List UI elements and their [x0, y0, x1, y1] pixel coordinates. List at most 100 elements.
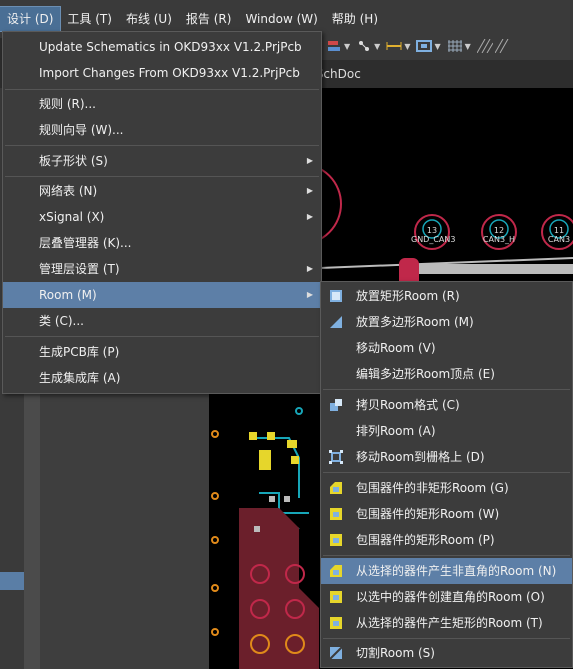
dimension-icon [386, 42, 402, 50]
room-icon [416, 40, 433, 52]
hatch-icon [476, 39, 493, 53]
submenu-item-label: 排列Room (A) [356, 424, 436, 438]
menu-item-room[interactable]: Room (M) ▶ [3, 282, 321, 308]
submenu-item-nonrect-room-around-components[interactable]: 包围器件的非矩形Room (G) [321, 475, 572, 501]
menu-window[interactable]: Window (W) [238, 7, 324, 31]
menu-item-netlist[interactable]: 网络表 (N) ▶ [3, 178, 321, 204]
right-angle-room-icon [330, 591, 342, 603]
net-tool-button[interactable]: ▼ [356, 37, 380, 55]
submenu-item-copy-room-format[interactable]: 拷贝Room格式 (C) [321, 392, 572, 418]
submenu-item-arrange-rooms[interactable]: 排列Room (A) [321, 418, 572, 444]
submenu-item-rect-room-around-components-p[interactable]: 包围器件的矩形Room (P) [321, 527, 572, 553]
left-panel-selection[interactable] [0, 572, 24, 590]
component-11-number: 11 [553, 226, 565, 235]
place-polygon-room-icon [330, 316, 342, 328]
menu-item-rules[interactable]: 规则 (R)... [3, 91, 321, 117]
menu-item-label: 网络表 (N) [39, 184, 98, 198]
menu-item-update-schematics[interactable]: Update Schematics in OKD93xx V1.2.PrjPcb [3, 34, 321, 60]
menu-separator [323, 555, 570, 556]
chevron-down-icon: ▼ [344, 41, 351, 51]
component-12-label: 12 CAN3_H [478, 226, 520, 244]
submenu-item-edit-polygon-vertices[interactable]: 编辑多边形Room顶点 (E) [321, 361, 572, 387]
component-11-label: 11 CAN3 [538, 226, 573, 244]
menu-separator [323, 472, 570, 473]
submenu-item-label: 移动Room到栅格上 (D) [356, 450, 485, 464]
menu-item-xsignal[interactable]: xSignal (X) ▶ [3, 204, 321, 230]
submenu-item-rect-room-around-components-w[interactable]: 包围器件的矩形Room (W) [321, 501, 572, 527]
submenu-item-label: 放置多边形Room (M) [356, 315, 474, 329]
menu-item-manage-layer-sets[interactable]: 管理层设置 (T) ▶ [3, 256, 321, 282]
rect-room-from-selection-icon [330, 617, 342, 629]
menu-item-label: 层叠管理器 (K)... [39, 236, 132, 250]
align-tool-button[interactable]: ▼ [326, 37, 350, 55]
menu-item-make-pcb-library[interactable]: 生成PCB库 (P) [3, 339, 321, 365]
menu-route[interactable]: 布线 (U) [119, 7, 179, 31]
submenu-item-label: 包围器件的矩形Room (P) [356, 533, 495, 547]
component-13-net: GND_CAN3 [411, 235, 456, 244]
submenu-item-label: 从选择的器件产生矩形的Room (T) [356, 616, 543, 630]
rect-room-icon [330, 508, 342, 520]
menu-item-board-shape[interactable]: 板子形状 (S) ▶ [3, 148, 321, 174]
menu-item-rules-wizard[interactable]: 规则向导 (W)... [3, 117, 321, 143]
menu-item-label: Room (M) [39, 288, 97, 302]
submenu-item-label: 拷贝Room格式 (C) [356, 398, 460, 412]
submenu-item-place-polygon-room[interactable]: 放置多边形Room (M) [321, 309, 572, 335]
submenu-item-label: 包围器件的非矩形Room (G) [356, 481, 509, 495]
component-13-number: 13 [426, 226, 438, 235]
chevron-down-icon: ▼ [404, 41, 411, 51]
hatch-tool-button[interactable] [476, 37, 511, 55]
submenu-item-move-room[interactable]: 移动Room (V) [321, 335, 572, 361]
submenu-item-slice-room[interactable]: 切割Room (S) [321, 640, 572, 666]
net-icon [359, 41, 370, 51]
menu-help[interactable]: 帮助 (H) [325, 7, 385, 31]
nonright-room-icon [330, 565, 342, 577]
menu-separator [5, 89, 319, 90]
submenu-item-move-room-to-grid[interactable]: 移动Room到栅格上 (D) [321, 444, 572, 470]
menu-item-label: 板子形状 (S) [39, 154, 108, 168]
menu-item-make-integrated-library[interactable]: 生成集成库 (A) [3, 365, 321, 391]
rect-room-icon [330, 534, 342, 546]
hatch-alt-icon [494, 39, 509, 53]
submenu-item-label: 以选中的器件创建直角的Room (O) [356, 590, 545, 604]
chevron-down-icon: ▼ [434, 41, 441, 51]
design-menu: Update Schematics in OKD93xx V1.2.PrjPcb… [2, 31, 322, 394]
nonrect-room-icon [330, 482, 342, 494]
menu-design[interactable]: 设计 (D) [0, 6, 62, 32]
menu-item-classes[interactable]: 类 (C)... [3, 308, 321, 334]
submenu-item-right-angle-room-from-selection[interactable]: 以选中的器件创建直角的Room (O) [321, 584, 572, 610]
chevron-down-icon: ▼ [374, 41, 381, 51]
submenu-item-label: 从选择的器件产生非直角的Room (N) [356, 564, 557, 578]
chevron-right-icon: ▶ [306, 212, 313, 221]
grid-tool-button[interactable]: ▼ [447, 37, 471, 55]
chevron-right-icon: ▶ [306, 186, 313, 195]
submenu-item-label: 放置矩形Room (R) [356, 289, 460, 303]
silk-bar [419, 264, 573, 274]
menu-item-label: 管理层设置 (T) [39, 262, 120, 276]
submenu-item-label: 编辑多边形Room顶点 (E) [356, 367, 495, 381]
component-12-net: CAN3_H [482, 235, 516, 244]
submenu-item-label: 包围器件的矩形Room (W) [356, 507, 500, 521]
menu-separator [323, 638, 570, 639]
panel-background-inner [40, 392, 209, 669]
toolbar: ▼ ▼ ▼ ▼ ▼ [320, 32, 573, 60]
menu-separator [5, 145, 319, 146]
menu-item-label: xSignal (X) [39, 210, 105, 224]
menu-item-import-changes[interactable]: Import Changes From OKD93xx V1.2.PrjPcb [3, 60, 321, 86]
chevron-right-icon: ▶ [306, 290, 313, 299]
dimension-tool-button[interactable]: ▼ [386, 37, 410, 55]
chevron-down-icon: ▼ [464, 41, 471, 51]
component-11-net: CAN3 [547, 235, 571, 244]
submenu-item-place-rect-room[interactable]: 放置矩形Room (R) [321, 283, 572, 309]
place-rect-room-icon [330, 290, 342, 302]
component-12-number: 12 [493, 226, 505, 235]
copy-room-format-icon [330, 399, 342, 411]
menu-tools[interactable]: 工具 (T) [60, 7, 119, 31]
room-tool-button[interactable]: ▼ [416, 37, 441, 55]
room-submenu: 放置矩形Room (R) 放置多边形Room (M) 移动Room (V) 编辑… [320, 281, 573, 668]
menu-item-layer-stack-manager[interactable]: 层叠管理器 (K)... [3, 230, 321, 256]
menu-item-label: 类 (C)... [39, 314, 85, 328]
submenu-item-nonright-room-from-selection[interactable]: 从选择的器件产生非直角的Room (N) [321, 558, 572, 584]
menu-separator [5, 336, 319, 337]
submenu-item-rect-room-from-selection[interactable]: 从选择的器件产生矩形的Room (T) [321, 610, 572, 636]
menu-reports[interactable]: 报告 (R) [179, 7, 239, 31]
